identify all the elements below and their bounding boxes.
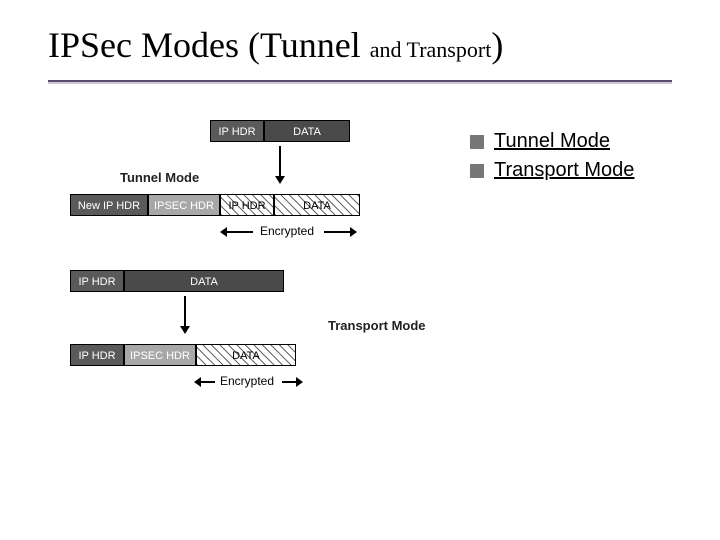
title-sub: and Transport xyxy=(370,37,492,62)
data-box: DATA xyxy=(264,120,350,142)
bullet-square-icon xyxy=(470,135,484,149)
title-underline xyxy=(48,80,672,82)
new-ip-hdr-box: New IP HDR xyxy=(70,194,148,216)
bullet-list: Tunnel Mode Transport Mode xyxy=(470,130,634,188)
data-box-hatched: DATA xyxy=(274,194,360,216)
ip-hdr-box-hatched: IP HDR xyxy=(220,194,274,216)
ip-hdr-box: IP HDR xyxy=(70,344,124,366)
title-main: IPSec Modes (Tunnel xyxy=(48,25,370,65)
encrypted-range-transport: Encrypted xyxy=(170,374,330,390)
orig-packet-top: IP HDR DATA xyxy=(210,120,350,142)
tunnel-mode-label: Tunnel Mode xyxy=(120,170,199,185)
data-box-hatched: DATA xyxy=(196,344,296,366)
transport-packet: IP HDR IPSEC HDR DATA xyxy=(70,344,296,366)
title-tail: ) xyxy=(491,25,503,65)
bullet-item-tunnel: Tunnel Mode xyxy=(470,130,634,153)
data-box: DATA xyxy=(124,270,284,292)
encrypted-label: Encrypted xyxy=(260,224,314,238)
bullet-item-transport: Transport Mode xyxy=(470,159,634,182)
orig-packet-mid: IP HDR DATA xyxy=(70,270,284,292)
encrypted-label: Encrypted xyxy=(220,374,274,388)
slide-title: IPSec Modes (Tunnel and Transport) xyxy=(48,24,503,66)
tunnel-mode-link[interactable]: Tunnel Mode xyxy=(494,130,610,153)
ip-hdr-box: IP HDR xyxy=(210,120,264,142)
transport-mode-label: Transport Mode xyxy=(328,318,426,333)
transport-mode-link[interactable]: Transport Mode xyxy=(494,159,634,182)
ipsec-diagram: IP HDR DATA Tunnel Mode New IP HDR IPSEC… xyxy=(60,120,460,500)
encrypted-range-tunnel: Encrypted xyxy=(220,224,370,240)
slide: IPSec Modes (Tunnel and Transport) Tunne… xyxy=(0,0,720,540)
ip-hdr-box: IP HDR xyxy=(70,270,124,292)
ipsec-hdr-box: IPSEC HDR xyxy=(148,194,220,216)
bullet-square-icon xyxy=(470,164,484,178)
tunnel-packet: New IP HDR IPSEC HDR IP HDR DATA xyxy=(70,194,360,216)
ipsec-hdr-box: IPSEC HDR xyxy=(124,344,196,366)
